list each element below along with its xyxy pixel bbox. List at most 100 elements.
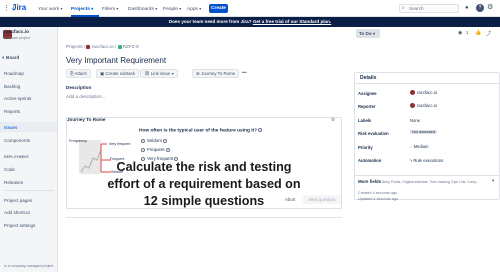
- like-icon[interactable]: 👍: [475, 30, 481, 36]
- status-dropdown[interactable]: To Do ▾: [356, 29, 380, 38]
- priority-value[interactable]: = Medium: [410, 144, 429, 149]
- sidebar-item-reports[interactable]: Reports: [4, 109, 20, 114]
- project-sidebar: raccfacc.io Software project ▾ Board Roa…: [0, 27, 58, 272]
- more-fields-description: Story Points, Original estimate, Time tr…: [382, 179, 480, 184]
- project-name[interactable]: raccfacc.io: [4, 30, 29, 35]
- breadcrumb: Projects / raccfacc.io / RZFZ-8: [66, 44, 139, 49]
- journey-panel-title: Journey To Rome: [67, 117, 106, 122]
- issue-title[interactable]: Very Important Requirement: [66, 56, 166, 65]
- nav-filters[interactable]: Filters ▾: [102, 4, 118, 13]
- journey-panel-header: Journey To Rome ⚙: [67, 117, 343, 125]
- graph-y-label: Frequency: [69, 139, 87, 143]
- labels-value[interactable]: None: [410, 118, 420, 123]
- chevron-down-icon: ▾: [492, 178, 495, 183]
- sidebar-item-add-shortcut[interactable]: Add shortcut: [4, 210, 30, 215]
- project-type: Software project: [4, 36, 30, 40]
- jira-logo[interactable]: Jira: [12, 3, 26, 13]
- sidebar-item-active-sprints[interactable]: Active sprints: [4, 96, 31, 101]
- radio-icon: [141, 138, 145, 143]
- chevron-down-icon: ▾: [2, 55, 5, 60]
- reporter-value[interactable]: raccfacc.io: [410, 103, 437, 109]
- details-heading: Details: [360, 75, 377, 81]
- risk-evaluation-badge[interactable]: Not assessed: [410, 130, 438, 134]
- nav-people[interactable]: People ▾: [163, 4, 181, 13]
- nav-your-work[interactable]: Your work ▾: [38, 4, 63, 13]
- journey-to-rome-button[interactable]: ⊛ Journey To Rome: [192, 69, 240, 78]
- link-issue-button[interactable]: ⛓ Link issue ▾: [140, 69, 178, 78]
- priority-label: Priority: [358, 145, 373, 150]
- labels-label: Labels: [358, 118, 372, 123]
- info-icon[interactable]: [258, 128, 263, 132]
- link-icon: ⛓: [144, 71, 150, 76]
- priority-medium-icon: =: [410, 144, 413, 149]
- watch-count: 1: [466, 30, 469, 35]
- notifications-icon[interactable]: ●: [465, 4, 472, 12]
- attach-button[interactable]: ⎘ Attach: [66, 69, 91, 78]
- chevron-down-icon: ▾: [372, 31, 375, 36]
- description-label: Description: [66, 85, 92, 90]
- breadcrumb-projects[interactable]: Projects: [66, 44, 83, 49]
- watch-icon[interactable]: ◉: [458, 30, 462, 36]
- lightning-icon: ϟ: [410, 158, 413, 163]
- panel-settings-icon[interactable]: ⚙: [331, 117, 335, 123]
- create-subtask-button[interactable]: ▣ Create subtask: [96, 69, 139, 78]
- paperclip-icon: ⎘: [70, 71, 74, 76]
- info-icon[interactable]: [163, 138, 168, 143]
- question-text: How often is the typical user of the fea…: [139, 128, 263, 133]
- sidebar-item-project-pages[interactable]: Project pages: [4, 198, 32, 203]
- help-icon[interactable]: ?: [476, 4, 484, 12]
- upgrade-banner: Does your team need more from Jira? Get …: [0, 17, 500, 27]
- automation-label: Automation: [358, 158, 382, 163]
- description-input[interactable]: Add a description...: [66, 94, 105, 99]
- nav-projects[interactable]: Projects ▾: [71, 4, 93, 13]
- option-seldom[interactable]: Seldom: [141, 138, 169, 143]
- issue-type-icon: [117, 44, 122, 49]
- overlay-text-line-1: Calculate the risk and testing: [116, 160, 292, 174]
- radio-icon: [141, 147, 145, 152]
- subtask-icon: ▣: [100, 71, 105, 76]
- graph-label-very-frequent: Very frequent: [109, 142, 131, 146]
- sidebar-board[interactable]: ▾ Board: [0, 55, 57, 62]
- sidebar-item-issues[interactable]: Issues: [4, 125, 17, 130]
- share-icon[interactable]: ⤴: [486, 30, 491, 37]
- search-input[interactable]: ⌕ Search: [399, 4, 459, 13]
- app-icon: ⊛: [196, 71, 200, 76]
- assignee-label: Assignee: [358, 91, 377, 96]
- sidebar-item-project-settings[interactable]: Project settings: [4, 223, 35, 228]
- more-fields-section[interactable]: More fields Story Points, Original estim…: [354, 175, 500, 186]
- assignee-value[interactable]: raccfacc.io: [410, 90, 437, 96]
- risk-evaluation-label: Risk evaluation: [358, 131, 389, 136]
- sidebar-heading-development: DEPLOYMENT: [4, 155, 29, 159]
- overlay-text-line-2: effort of a requirement based on: [107, 177, 301, 191]
- sidebar-item-releases[interactable]: Releases: [4, 180, 23, 185]
- issue-main: Projects / raccfacc.io / RZFZ-8 Very Imp…: [58, 27, 350, 272]
- option-frequent[interactable]: Frequent: [141, 147, 172, 152]
- create-button[interactable]: Create: [209, 4, 228, 13]
- created-timestamp: Created 4 seconds ago: [358, 191, 398, 195]
- nav-dashboards[interactable]: Dashboards ▾: [128, 4, 157, 13]
- reporter-label: Reporter: [358, 104, 376, 109]
- breadcrumb-project-avatar: [86, 44, 91, 49]
- more-fields-label: More fields: [358, 179, 382, 184]
- sidebar-item-code[interactable]: Code: [4, 167, 15, 172]
- breadcrumb-project[interactable]: raccfacc.io: [92, 44, 114, 49]
- settings-icon[interactable]: ⚙: [487, 3, 493, 13]
- info-icon[interactable]: [165, 147, 170, 152]
- breadcrumb-issue-key[interactable]: RZFZ-8: [123, 44, 139, 49]
- nav-apps[interactable]: Apps ▾: [187, 4, 201, 13]
- overlay-text-line-3: 12 simple questions: [143, 194, 265, 208]
- automation-value[interactable]: ϟ Rule executions: [410, 158, 443, 163]
- sidebar-divider: [4, 190, 54, 191]
- free-trial-link[interactable]: Get a free trial of our Standard plan.: [253, 19, 331, 24]
- sidebar-item-roadmap[interactable]: Roadmap: [4, 71, 24, 76]
- avatar: [410, 90, 415, 96]
- sidebar-item-components[interactable]: Components: [4, 138, 30, 143]
- main-divider: [66, 217, 342, 218]
- details-panel: To Do ▾ ◉ 1 👍 ⤴ Details Assignee raccfac…: [352, 27, 500, 272]
- sidebar-item-backlog[interactable]: Backlog: [4, 84, 20, 89]
- sidebar-footer: in a company-managed project: [4, 264, 54, 268]
- chevron-down-icon: ▾: [171, 71, 174, 76]
- details-divider: [355, 83, 499, 84]
- top-navigation: ⋮⋮ Jira Your work ▾ Projects ▾ Filters ▾…: [0, 0, 500, 17]
- more-actions-button[interactable]: •••: [239, 69, 250, 78]
